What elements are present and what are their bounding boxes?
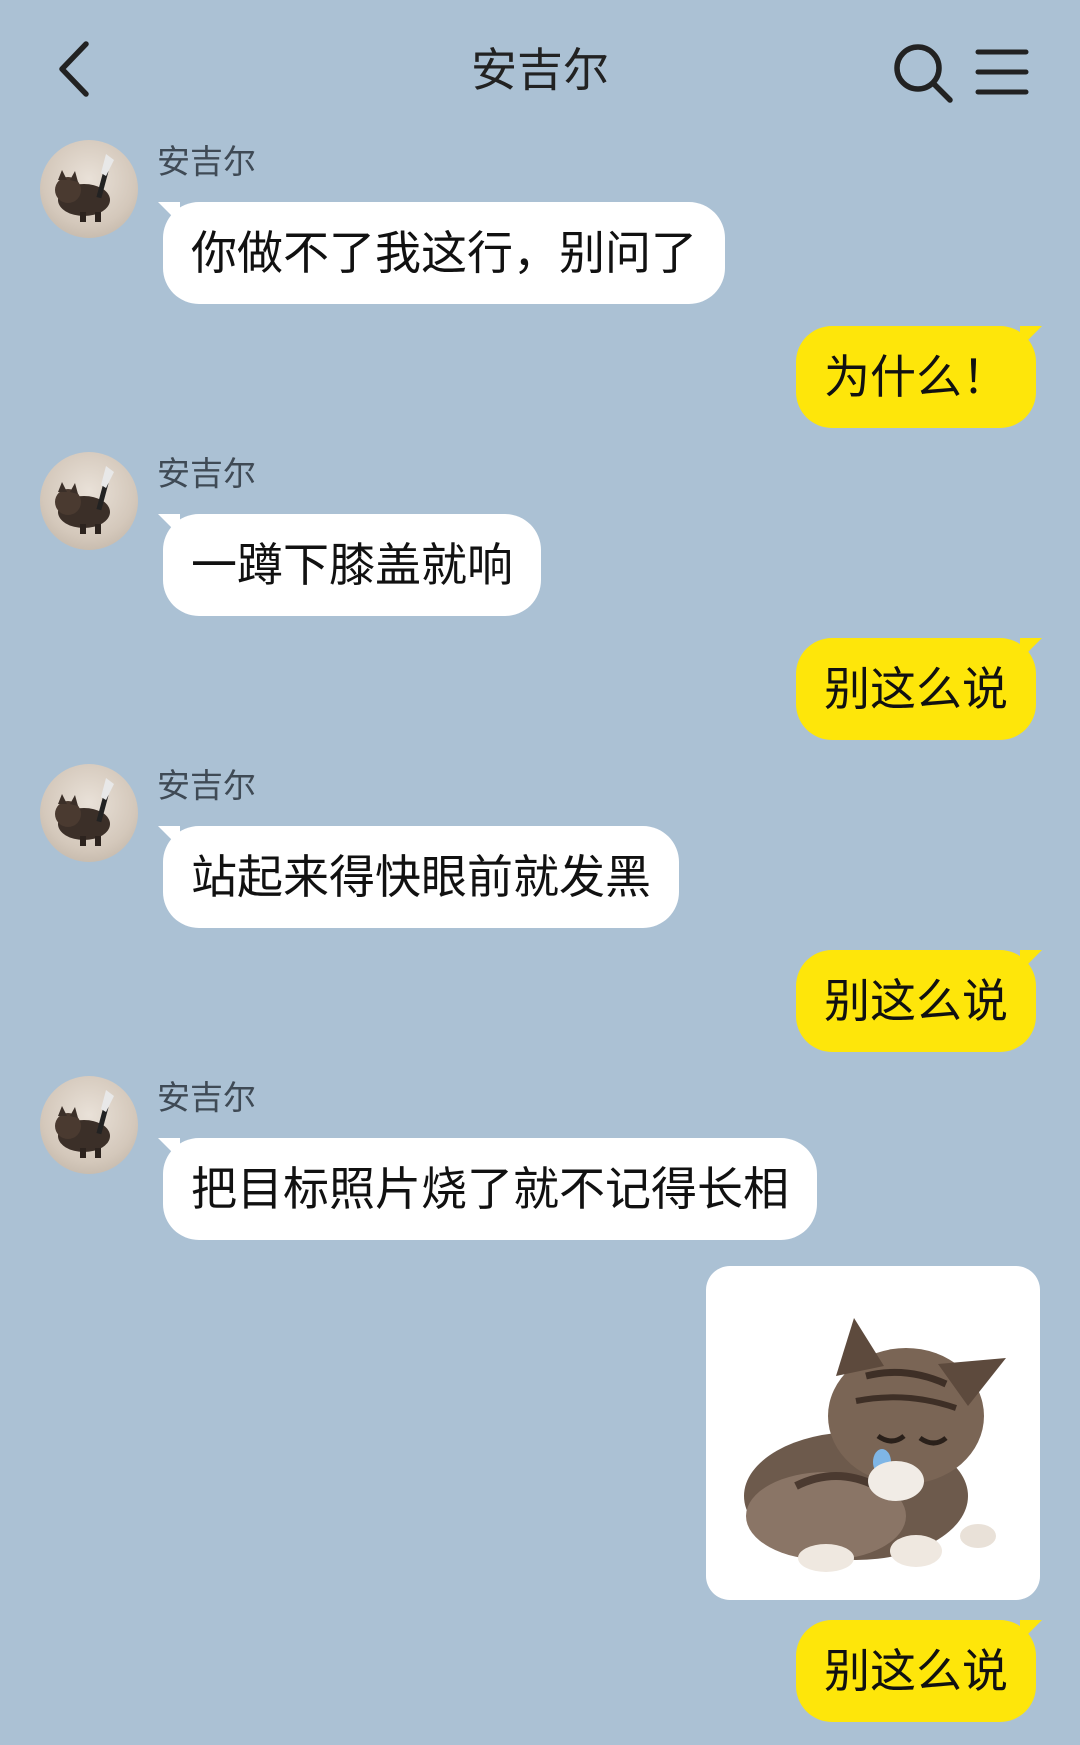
- kitten-with-knife-icon: [55, 1090, 114, 1158]
- sad-kitten-sticker[interactable]: [706, 1266, 1040, 1600]
- avatar[interactable]: [40, 140, 138, 238]
- message-bubble[interactable]: 把目标照片烧了就不记得长相: [163, 1138, 817, 1240]
- search-icon: [894, 44, 953, 103]
- chat-header: 安吉尔: [0, 0, 1080, 140]
- sender-name: 安吉尔: [157, 766, 256, 805]
- avatar[interactable]: [40, 1076, 138, 1174]
- message-bubble[interactable]: 一蹲下膝盖就响: [163, 514, 541, 616]
- sad-kitten-icon: [744, 1318, 1006, 1572]
- kitten-with-knife-icon: [55, 154, 114, 222]
- menu-icon: [975, 49, 1029, 95]
- avatar[interactable]: [40, 764, 138, 862]
- message-bubble-outgoing[interactable]: 为什么！: [796, 326, 1036, 428]
- message-bubble-outgoing[interactable]: 别这么说: [796, 950, 1036, 1052]
- message-bubble[interactable]: 站起来得快眼前就发黑: [163, 826, 679, 928]
- sender-name: 安吉尔: [157, 1078, 256, 1117]
- sender-name: 安吉尔: [157, 142, 256, 181]
- sender-name: 安吉尔: [157, 454, 256, 493]
- avatar[interactable]: [40, 452, 138, 550]
- message-bubble-outgoing[interactable]: 别这么说: [796, 638, 1036, 740]
- menu-button[interactable]: [972, 44, 1032, 100]
- message-bubble[interactable]: 你做不了我这行，别问了: [163, 202, 725, 304]
- message-bubble-outgoing[interactable]: 别这么说: [796, 1620, 1036, 1722]
- kitten-with-knife-icon: [55, 466, 114, 534]
- kitten-with-knife-icon: [55, 778, 114, 846]
- search-button[interactable]: [890, 40, 956, 106]
